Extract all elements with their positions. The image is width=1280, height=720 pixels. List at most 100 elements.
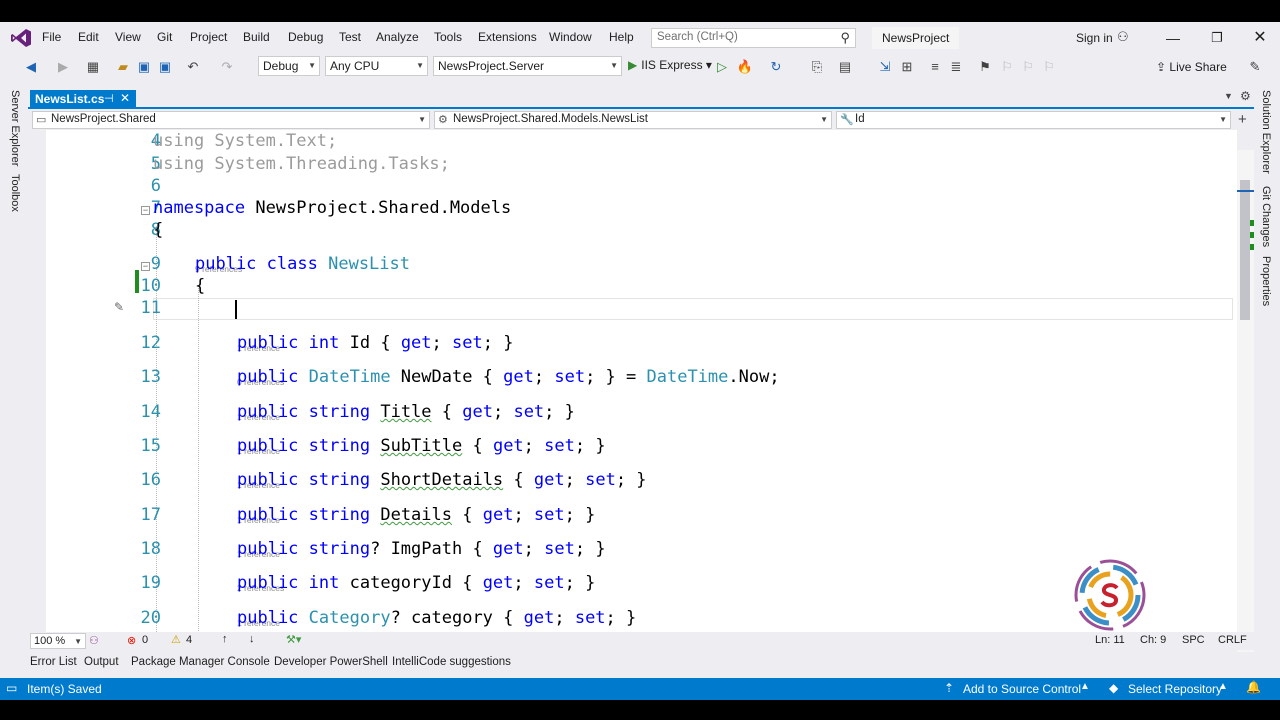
user-feedback-icon[interactable]: ⚇ (1117, 29, 1129, 45)
back-navigation-icon[interactable]: ◀ (22, 58, 40, 76)
forward-navigation-icon[interactable]: ▶ (54, 58, 72, 76)
add-to-source-control-button[interactable]: Add to Source Control (963, 682, 1081, 696)
menu-window[interactable]: Window (549, 30, 592, 44)
menu-analyze[interactable]: Analyze (376, 30, 419, 44)
warning-count[interactable]: 4 (186, 634, 192, 646)
error-icon[interactable]: ⊗ (127, 634, 136, 647)
save-icon[interactable]: ▣ (135, 58, 153, 76)
search-input[interactable]: Search (Ctrl+Q) ⚲ (651, 28, 856, 48)
tab-developer-powershell[interactable]: Developer PowerShell (274, 656, 388, 668)
tab-title: NewsList.cs (35, 92, 105, 106)
menu-git[interactable]: Git (157, 30, 172, 44)
line-number: 11 (140, 298, 161, 318)
solution-config-select[interactable]: Debug ▼ (258, 56, 320, 76)
menu-bar: File Edit View Git Project Build Debug T… (0, 22, 1280, 54)
type-nav-select[interactable]: ⚙ NewsProject.Shared.Models.NewsList ▼ (434, 111, 832, 129)
uncomment-icon[interactable]: ≣ (947, 58, 965, 76)
startup-project-select[interactable]: NewsProject.Server ▼ (433, 56, 622, 76)
spacing-indicator[interactable]: SPC (1182, 634, 1205, 646)
tab-list-dropdown-icon[interactable]: ▼ (1224, 91, 1233, 101)
redo-icon[interactable]: ↷ (218, 58, 236, 76)
output-window-icon[interactable]: ▭ (6, 681, 17, 695)
clear-bookmarks-icon[interactable]: ⚐ (1040, 58, 1058, 76)
select-repository-button[interactable]: Select Repository (1128, 682, 1222, 696)
line-number: 14 (140, 402, 161, 422)
toolbox-tab[interactable]: Toolbox (9, 174, 21, 212)
step-into-icon[interactable]: ⇲ (876, 58, 894, 76)
line-ending-indicator[interactable]: CRLF (1218, 634, 1247, 646)
indent-guide (198, 285, 199, 632)
solution-explorer-tab[interactable]: Solution Explorer (1260, 90, 1272, 174)
server-explorer-tab[interactable]: Server Explorer (9, 90, 21, 166)
line-number: 6 (150, 176, 161, 196)
platform-select[interactable]: Any CPU ▼ (325, 56, 428, 76)
pin-icon[interactable]: ⊣ (104, 92, 114, 105)
previous-issue-icon[interactable]: ↑ (222, 633, 228, 645)
error-count[interactable]: 0 (142, 634, 148, 646)
caret-position-marker (1237, 190, 1254, 192)
next-issue-icon[interactable]: ↓ (249, 633, 255, 645)
tab-error-list[interactable]: Error List (30, 656, 77, 668)
align-icon[interactable]: ⊞ (898, 58, 916, 76)
column-indicator[interactable]: Ch: 9 (1140, 634, 1166, 646)
line-indicator[interactable]: Ln: 11 (1095, 634, 1125, 646)
start-without-debugging-icon[interactable]: ▷ (713, 58, 731, 76)
minimize-button[interactable]: — (1158, 26, 1188, 50)
next-bookmark-icon[interactable]: ⚐ (1019, 58, 1037, 76)
scrollbar-thumb[interactable] (1240, 180, 1250, 320)
menu-edit[interactable]: Edit (78, 30, 99, 44)
undo-icon[interactable]: ↶ (184, 58, 202, 76)
member-nav-select[interactable]: 🔧 Id ▼ (836, 111, 1231, 129)
tab-output[interactable]: Output (84, 656, 119, 668)
run-label: IIS Express (641, 58, 703, 72)
split-editor-icon[interactable]: + (1238, 111, 1247, 128)
intellicode-icon[interactable]: ⚇ (89, 634, 99, 647)
menu-view[interactable]: View (115, 30, 141, 44)
notifications-bell-icon[interactable]: 🔔 (1246, 680, 1261, 694)
open-folder-icon[interactable]: ▰ (114, 58, 132, 76)
new-project-icon[interactable]: ▦ (84, 58, 102, 76)
tab-package-manager-console[interactable]: Package Manager Console (131, 656, 270, 668)
menu-extensions[interactable]: Extensions (478, 30, 537, 44)
warning-icon[interactable]: ⚠ (171, 633, 181, 646)
line-number: 12 (140, 333, 161, 353)
editor-vertical-scrollbar[interactable] (1237, 150, 1254, 652)
zoom-select[interactable]: 100 % ▼ (30, 633, 86, 649)
comment-icon[interactable]: ≡ (926, 58, 944, 76)
menu-test[interactable]: Test (339, 30, 361, 44)
save-all-icon[interactable]: ▣ (156, 58, 174, 76)
refresh-icon[interactable]: ↻ (767, 58, 785, 76)
chevron-down-icon: ▼ (610, 61, 618, 70)
run-iis-express-button[interactable]: ▶ IIS Express ▾ (628, 58, 712, 72)
settings-gear-icon[interactable]: ⚙ (1240, 89, 1251, 103)
menu-project[interactable]: Project (190, 30, 227, 44)
bookmark-icon[interactable]: ⚑ (976, 58, 994, 76)
tab-intellicode-suggestions[interactable]: IntelliCode suggestions (392, 656, 511, 668)
change-marker (1250, 232, 1254, 238)
close-window-button[interactable]: ✕ (1245, 26, 1275, 50)
code-editor[interactable]: − − ✎ 4 using System.Text; 5 using Syste… (46, 130, 1237, 632)
live-share-button[interactable]: ⇪ Live Share (1156, 60, 1227, 74)
prev-bookmark-icon[interactable]: ⚐ (998, 58, 1016, 76)
sign-in-link[interactable]: Sign in (1076, 31, 1113, 45)
layout-icon[interactable]: ▤ (836, 58, 854, 76)
git-changes-tab[interactable]: Git Changes (1260, 186, 1272, 247)
tab-newslist-cs[interactable]: NewsList.cs ⊣ ✕ (30, 90, 136, 109)
repository-icon: ◆ (1109, 681, 1119, 695)
chevron-up-icon: ▲ (1080, 681, 1090, 692)
code-line: using System.Text; (153, 131, 338, 151)
close-tab-icon[interactable]: ✕ (120, 91, 130, 105)
menu-build[interactable]: Build (243, 30, 270, 44)
code-cleanup-icon[interactable]: ⚒▾ (286, 633, 301, 646)
menu-tools[interactable]: Tools (434, 30, 462, 44)
restore-button[interactable]: ❐ (1202, 26, 1232, 50)
browser-link-icon[interactable]: ⎘ (808, 58, 826, 76)
properties-tab[interactable]: Properties (1260, 256, 1272, 306)
menu-help[interactable]: Help (609, 30, 634, 44)
hot-reload-icon[interactable]: 🔥 (736, 58, 754, 76)
navigation-bar: ▭ NewsProject.Shared ▼ ⚙ NewsProject.Shar… (28, 110, 1254, 130)
feedback-icon[interactable]: ✎ (1246, 58, 1264, 76)
menu-file[interactable]: File (42, 30, 61, 44)
menu-debug[interactable]: Debug (288, 30, 323, 44)
project-nav-select[interactable]: ▭ NewsProject.Shared ▼ (32, 111, 430, 129)
